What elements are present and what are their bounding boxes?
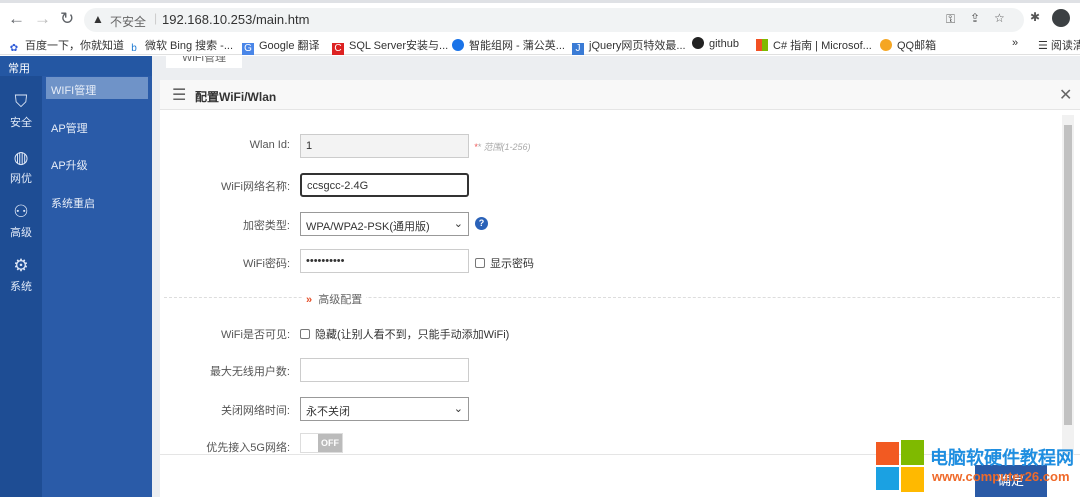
tab-wifi[interactable]: WiFi管理 [166,56,242,68]
wlan-id-hint: ** 范围(1-256) [474,142,531,152]
ssid-input[interactable]: ccsgcc-2.4G [300,173,469,197]
password-input[interactable]: •••••••••• [300,249,469,273]
bookmark[interactable]: b 微软 Bing 搜索 -... [128,37,233,55]
browser-toolbar: ← → ↻ ▲ 不安全 | 192.168.10.253/main.htm ⚿ … [0,0,1080,34]
bookmark[interactable]: 智能组网 - 蒲公英... [452,37,565,53]
menu-wifi[interactable]: WIFI管理 [46,77,148,99]
panel-header: ☰ 配置WiFi/Wlan ✕ [160,80,1080,110]
chevron-down-icon: ⌄ [453,403,463,415]
profile-avatar[interactable] [1052,9,1070,27]
scrollbar[interactable] [1062,115,1074,455]
prefer5g-label: 优先接入5G网络: [206,442,290,454]
max-users-label: 最大无线用户数: [209,366,290,378]
globe-icon: ◍ [13,148,29,167]
double-chevron-icon: » [306,294,313,306]
warning-icon: ▲ [92,12,104,26]
more-bookmarks[interactable]: » [1012,37,1018,49]
key-icon[interactable]: ⚿ [946,12,955,27]
encryption-label: 加密类型: [242,220,290,232]
star-icon[interactable]: ☆ [994,11,1005,25]
watermark: 电脑软硬件教程网 www.computer26.com [876,440,1080,497]
hide-wifi-checkbox[interactable]: 隐藏(让别人看不到，只能手动添加WiFi) [300,326,509,342]
password-label: WiFi密码: [242,258,290,270]
ssid-label: WiFi网络名称: [220,181,290,193]
prefer5g-toggle[interactable]: OFF [300,433,343,453]
sidebar-header: 常用 [0,56,152,76]
show-password-checkbox[interactable]: 显示密码 [475,255,534,271]
rail-item-advanced[interactable]: ⚇ 高级 [0,202,42,240]
icon-rail: 常用 ⛉ 安全 ◍ 网优 ⚇ 高级 ⚙ 系统 [0,56,152,497]
menu-ap-upgrade[interactable]: AP升级 [46,152,148,174]
rail-item-network[interactable]: ◍ 网优 [0,148,42,186]
chevron-down-icon: ⌄ [453,218,463,230]
reading-list[interactable]: ☰ 阅读清单 [1038,37,1080,53]
encryption-select[interactable]: WPA/WPA2-PSK(通用版) ⌄ [300,212,469,236]
submenu: WIFI管理 AP管理 AP升级 系统重启 [42,76,152,497]
address-bar[interactable]: ▲ 不安全 | 192.168.10.253/main.htm ⚿ ⇪ ☆ [84,8,1024,32]
bookmarks-bar: ✿ 百度一下，你就知道 b 微软 Bing 搜索 -... G Google 翻译 C… [0,33,1080,55]
help-icon[interactable]: ? [475,217,488,230]
bookmark[interactable]: ✿ 百度一下，你就知道 [8,37,124,55]
rail-item-security[interactable]: ⛉ 安全 [0,92,42,130]
reload-icon[interactable]: ↻ [60,9,74,29]
url-text[interactable]: 192.168.10.253/main.htm [162,12,309,27]
bookmark[interactable]: JjQuery网页特效最... [572,37,686,55]
advanced-toggle[interactable]: » 高级配置 [302,291,367,307]
close-time-select[interactable]: 永不关闭 ⌄ [300,397,469,421]
security-label: 不安全 [110,15,147,29]
panel-title: 配置WiFi/Wlan [195,90,277,104]
bookmark[interactable]: C SQL Server安装与... [332,37,448,55]
menu-ap-manage[interactable]: AP管理 [46,115,148,137]
user-gear-icon: ⚇ [13,202,29,221]
extensions-icon[interactable]: ✱ [1030,10,1040,24]
bookmark[interactable]: C# 指南 | Microsof... [756,37,872,53]
menu-reboot[interactable]: 系统重启 [46,190,148,212]
forward-icon[interactable]: → [34,9,51,29]
share-icon[interactable]: ⇪ [970,11,980,25]
wlan-id-label: Wlan Id: [249,139,290,151]
bookmark[interactable]: github [692,37,739,50]
bookmark[interactable]: G Google 翻译 [242,37,320,55]
close-icon[interactable]: ✕ [1059,85,1072,105]
back-icon[interactable]: ← [8,9,25,29]
menu-icon[interactable]: ☰ [172,85,186,105]
bookmark[interactable]: QQ邮箱 [880,37,936,53]
max-users-input[interactable] [300,358,469,382]
rail-item-system[interactable]: ⚙ 系统 [0,256,42,294]
gear-icon: ⚙ [13,256,29,275]
config-panel: ☰ 配置WiFi/Wlan ✕ Wlan Id: 1 ** 范围(1-256) … [160,80,1080,497]
close-time-label: 关闭网络时间: [220,405,290,417]
shield-icon: ⛉ [14,92,28,111]
wlan-id-input[interactable]: 1 [300,134,469,158]
visible-label: WiFi是否可见: [220,329,290,341]
